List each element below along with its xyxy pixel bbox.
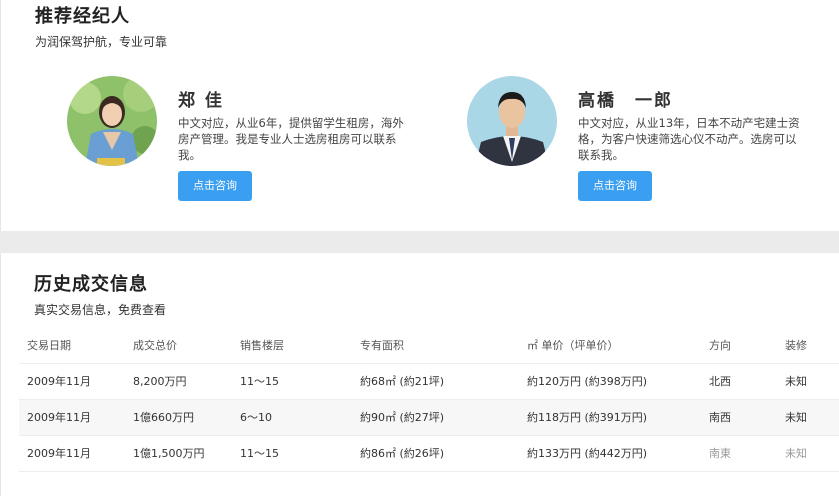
cell-total-price: 1億1,500万円 <box>133 447 205 460</box>
cell-total-price: 1億660万円 <box>133 411 194 424</box>
agent-description-zheng: 中文对应，从业6年，提供留学生租房，海外房产管理。我是专业人士选房租房可以联系我… <box>178 116 404 162</box>
agents-section-subtitle: 为润保驾护航，专业可靠 <box>35 35 168 49</box>
cell-floor: 6～10 <box>240 411 272 424</box>
recommended-agents-section: 推荐经纪人 为润保驾护航，专业可靠 郑 佳 中文对应，从业6年，提供留学生租房，… <box>0 0 839 231</box>
column-header-date: 交易日期 <box>27 339 71 352</box>
agent-avatar-takahashi <box>467 76 557 166</box>
cell-area: 約86㎡ (約26坪) <box>360 447 445 460</box>
agent-card-zheng: 郑 佳 中文对应，从业6年，提供留学生租房，海外房产管理。我是专业人士选房租房可… <box>67 76 427 206</box>
agent-card-takahashi: 高橋 一郎 中文对应，从业13年，日本不动产宅建士资格，为客户快速筛选心仪不动产… <box>467 76 827 206</box>
cell-direction: 南東 <box>709 447 731 460</box>
column-header-renovation: 装修 <box>785 339 807 352</box>
agent-name-takahashi: 高橋 一郎 <box>578 91 673 111</box>
cell-floor: 11～15 <box>240 375 279 388</box>
agents-section-title: 推荐经纪人 <box>35 6 130 27</box>
cell-date: 2009年11月 <box>27 375 91 388</box>
history-section-subtitle: 真实交易信息，免费查看 <box>34 303 167 317</box>
cell-unit-price: 約133万円 (約442万円) <box>527 447 648 460</box>
agent-name-zheng: 郑 佳 <box>178 91 224 111</box>
table-header-row: 交易日期 成交总价 销售楼层 专有面积 ㎡ 单价（坪单价） 方向 装修 <box>19 329 839 364</box>
cell-area: 約68㎡ (約21坪) <box>360 375 445 388</box>
column-header-direction: 方向 <box>709 339 731 352</box>
cell-renovation: 未知 <box>785 375 807 388</box>
table-row: 2009年11月 8,200万円 11～15 約68㎡ (約21坪) 約120万… <box>19 364 839 400</box>
agent-photo-takahashi <box>467 76 557 166</box>
cell-unit-price: 約118万円 (約391万円) <box>527 411 648 424</box>
cell-date: 2009年11月 <box>27 411 91 424</box>
agent-avatar-zheng <box>67 76 157 166</box>
cell-date: 2009年11月 <box>27 447 91 460</box>
table-row: 2009年11月 1億660万円 6～10 約90㎡ (約27坪) 約118万円… <box>19 400 839 436</box>
table-row: 2009年11月 1億1,500万円 11～15 約86㎡ (約26坪) 約13… <box>19 436 839 472</box>
cell-unit-price: 約120万円 (約398万円) <box>527 375 648 388</box>
transaction-history-table: 交易日期 成交总价 销售楼层 专有面积 ㎡ 单价（坪单价） 方向 装修 2009… <box>19 329 839 472</box>
section-divider-band <box>0 231 839 253</box>
consult-button-takahashi[interactable]: 点击咨询 <box>578 171 652 201</box>
cell-renovation: 未知 <box>785 447 807 460</box>
cell-area: 約90㎡ (約27坪) <box>360 411 445 424</box>
history-section-title: 历史成交信息 <box>34 274 148 295</box>
cell-direction: 南西 <box>709 411 731 424</box>
transaction-history-section: 历史成交信息 真实交易信息，免费查看 交易日期 成交总价 销售楼层 专有面积 ㎡… <box>0 253 839 496</box>
cell-floor: 11～15 <box>240 447 279 460</box>
cell-renovation: 未知 <box>785 411 807 424</box>
column-header-area: 专有面积 <box>360 339 404 352</box>
column-header-total-price: 成交总价 <box>133 339 177 352</box>
cell-total-price: 8,200万円 <box>133 375 187 388</box>
column-header-unit-price: ㎡ 单价（坪单价） <box>527 339 619 352</box>
agent-description-takahashi: 中文对应，从业13年，日本不动产宅建士资格，为客户快速筛选心仪不动产。选房可以联… <box>578 116 800 162</box>
agent-photo-zheng <box>67 76 157 166</box>
column-header-floor: 销售楼层 <box>240 339 284 352</box>
cell-direction: 北西 <box>709 375 731 388</box>
consult-button-zheng[interactable]: 点击咨询 <box>178 171 252 201</box>
